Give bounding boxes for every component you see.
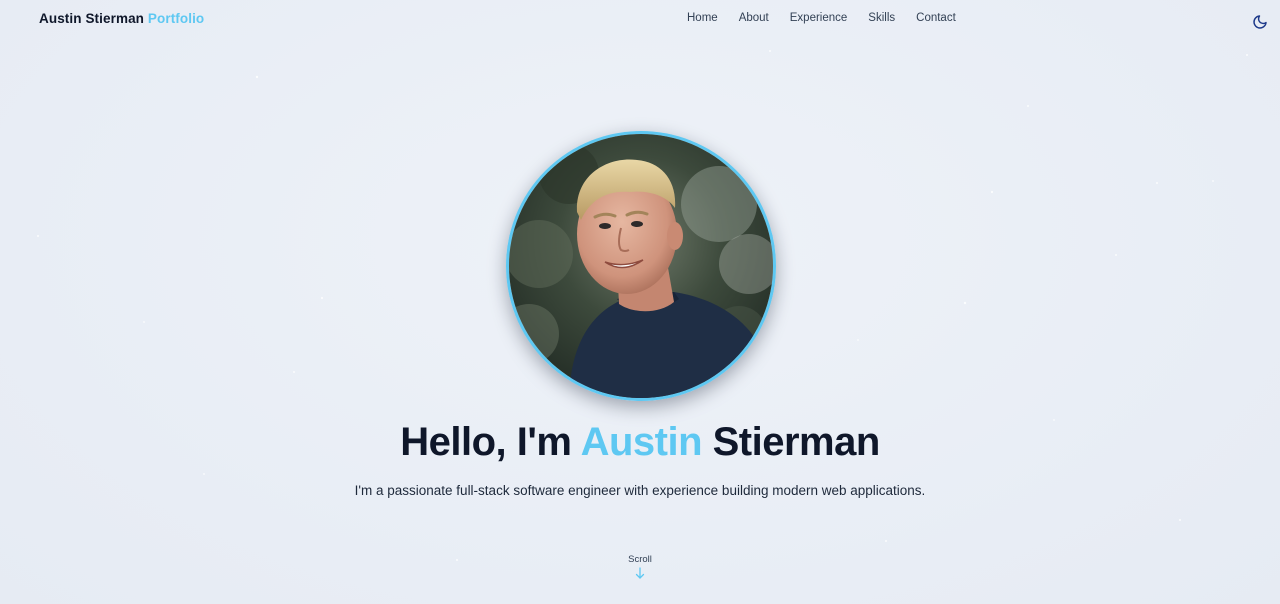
nav-link-skills[interactable]: Skills [868,12,895,24]
nav-link-about[interactable]: About [739,12,769,24]
brand-logo[interactable]: Austin Stierman Portfolio [39,11,204,26]
hero-subtitle: I'm a passionate full-stack software eng… [354,483,926,498]
hero-headline: Hello, I'm Austin Stierman [0,420,1280,465]
theme-toggle-button[interactable] [1252,14,1268,30]
brand-name: Austin Stierman [39,11,145,26]
hero-last-name: Stierman [712,420,881,464]
nav-link-contact[interactable]: Contact [916,12,956,24]
hero-first-name: Austin [580,420,703,464]
scroll-label: Scroll [628,554,652,565]
main-nav: Home About Experience Skills Contact [687,12,977,24]
brand-accent: Portfolio [147,11,205,26]
nav-link-experience[interactable]: Experience [790,12,848,24]
arrow-down-icon [635,567,645,579]
moon-icon [1253,15,1267,29]
top-nav-bar: Austin Stierman Portfolio Home About Exp… [0,0,1280,40]
nav-link-home[interactable]: Home [687,12,718,24]
profile-photo [506,131,776,401]
scroll-indicator[interactable]: Scroll [0,554,1280,579]
hero-greeting: Hello, I'm [400,420,572,464]
page: Austin Stierman Portfolio Home About Exp… [0,0,1280,604]
